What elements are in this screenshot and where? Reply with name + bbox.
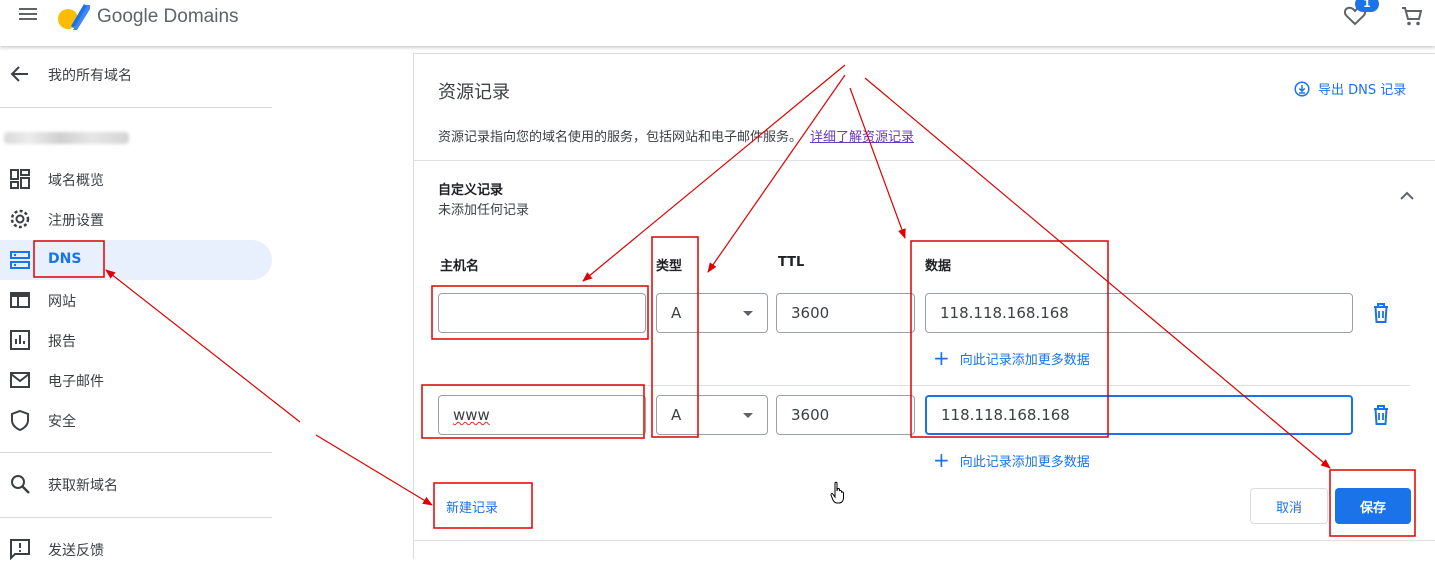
divider <box>414 540 1435 541</box>
sidebar-item-label: 域名概览 <box>48 173 104 189</box>
column-header-type: 类型 <box>656 259 683 274</box>
arrow-back-icon <box>10 66 28 82</box>
ttl-input[interactable]: 3600 <box>776 293 915 333</box>
download-icon <box>1294 80 1310 97</box>
report-icon <box>10 330 30 350</box>
add-more-label: 向此记录添加更多数据 <box>959 352 1090 368</box>
type-select[interactable]: A <box>656 395 768 435</box>
data-input[interactable]: 118.118.168.168 <box>925 293 1353 333</box>
resource-records-description: 资源记录指向您的域名使用的服务，包括网站和电子邮件服务。 详细了解资源记录 <box>438 126 914 145</box>
email-icon <box>10 372 30 388</box>
gear-icon <box>10 209 30 229</box>
feedback-icon <box>10 539 30 560</box>
save-button[interactable]: 保存 <box>1335 488 1411 524</box>
sidebar-item-label: DNS <box>48 251 82 267</box>
ttl-input[interactable]: 3600 <box>776 395 915 435</box>
delete-icon[interactable] <box>1370 403 1392 427</box>
host-input[interactable]: www <box>438 395 646 435</box>
menu-icon[interactable] <box>14 5 42 29</box>
cart-icon[interactable] <box>1400 4 1424 28</box>
new-record-button[interactable]: 新建记录 <box>446 497 498 516</box>
sidebar-item-registration[interactable]: 注册设置 <box>0 199 272 239</box>
divider <box>0 107 272 108</box>
google-domains-logo[interactable] <box>56 2 90 32</box>
sidebar-item-label: 安全 <box>48 414 76 430</box>
top-app-bar: Google Domains 1 <box>0 0 1435 46</box>
sidebar-item-website[interactable]: 网站 <box>0 280 272 320</box>
sidebar-item-dns[interactable]: DNS <box>0 240 272 280</box>
sidebar-item-overview[interactable]: 域名概览 <box>0 159 272 199</box>
divider <box>0 452 272 453</box>
add-more-data-button[interactable]: + 向此记录添加更多数据 <box>933 348 1090 368</box>
dns-icon <box>10 251 30 269</box>
favorites-count-badge: 1 <box>1355 0 1379 12</box>
export-dns-button[interactable]: 导出 DNS 记录 <box>1294 79 1406 98</box>
export-dns-label: 导出 DNS 记录 <box>1318 83 1407 98</box>
sidebar-item-label: 网站 <box>48 294 76 310</box>
divider <box>430 385 1410 386</box>
brand-name[interactable]: Google Domains <box>97 6 239 28</box>
sidebar-item-label: 报告 <box>48 334 76 350</box>
feedback-label: 发送反馈 <box>48 543 104 559</box>
sidebar-item-email[interactable]: 电子邮件 <box>0 360 272 400</box>
host-input[interactable] <box>438 293 646 333</box>
shield-icon <box>11 409 29 431</box>
delete-icon[interactable] <box>1370 301 1392 325</box>
column-header-ttl: TTL <box>778 255 805 270</box>
domain-name-blurred <box>4 132 129 144</box>
type-value: A <box>671 304 682 322</box>
sidebar-item-label: 注册设置 <box>48 213 104 229</box>
chevron-up-icon[interactable] <box>1395 184 1419 208</box>
divider <box>0 517 272 518</box>
column-header-host: 主机名 <box>440 259 480 274</box>
column-header-data: 数据 <box>925 259 952 274</box>
chevron-down-icon <box>743 311 753 316</box>
get-new-domain[interactable]: 获取新域名 <box>0 464 272 504</box>
cancel-button[interactable]: 取消 <box>1250 488 1328 524</box>
send-feedback[interactable]: 发送反馈 <box>0 529 272 569</box>
add-more-data-button[interactable]: + 向此记录添加更多数据 <box>933 450 1090 470</box>
data-input[interactable]: 118.118.168.168 <box>925 395 1353 435</box>
sidebar-item-reports[interactable]: 报告 <box>0 320 272 360</box>
web-icon <box>10 292 30 308</box>
plus-icon: + <box>933 448 950 472</box>
custom-records-title: 自定义记录 <box>438 183 504 198</box>
type-value: A <box>671 406 682 424</box>
learn-more-link[interactable]: 详细了解资源记录 <box>810 130 914 145</box>
sidebar-item-security[interactable]: 安全 <box>0 400 272 440</box>
hand-cursor-icon <box>830 481 844 504</box>
divider <box>414 160 1435 161</box>
custom-records-subtitle: 未添加任何记录 <box>438 203 530 218</box>
description-text: 资源记录指向您的域名使用的服务，包括网站和电子邮件服务。 <box>438 130 803 145</box>
add-more-label: 向此记录添加更多数据 <box>959 454 1090 470</box>
type-select[interactable]: A <box>656 293 768 333</box>
plus-icon: + <box>933 346 950 370</box>
search-icon <box>11 475 30 494</box>
get-domain-label: 获取新域名 <box>48 478 118 494</box>
host-value: www <box>453 406 490 424</box>
sidebar: 我的所有域名 域名概览 注册设置 DNS 网站 报告 电子邮件 安全 获取新域名… <box>0 48 272 560</box>
chevron-down-icon <box>743 413 753 418</box>
dashboard-icon <box>10 169 30 189</box>
sidebar-item-label: 电子邮件 <box>48 374 104 390</box>
resource-records-title: 资源记录 <box>438 82 510 103</box>
back-to-all-domains[interactable]: 我的所有域名 <box>0 54 272 94</box>
back-label: 我的所有域名 <box>48 68 132 84</box>
